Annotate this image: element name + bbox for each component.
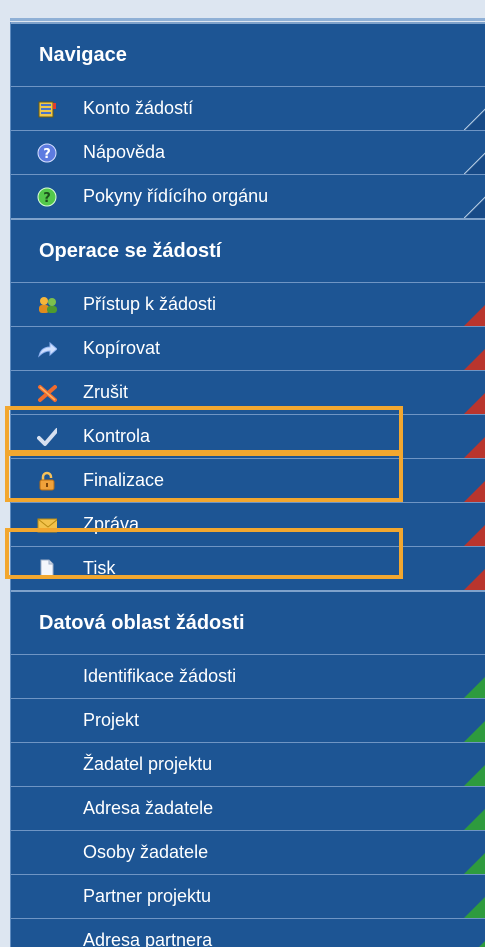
check-icon	[37, 427, 57, 447]
menu-item-tisk[interactable]: Tisk	[11, 546, 485, 590]
users-icon	[37, 295, 57, 315]
corner-marker	[464, 568, 485, 590]
corner-marker	[464, 392, 485, 414]
corner-line	[464, 108, 485, 130]
menu-item-kontrola[interactable]: Kontrola	[11, 414, 485, 458]
menu-item-label: Žadatel projektu	[83, 754, 213, 774]
menu-item-label: Finalizace	[83, 470, 165, 490]
lock-icon	[37, 471, 57, 491]
corner-line	[464, 152, 485, 174]
corner-marker	[464, 940, 485, 947]
menu-item-osoby-zadatele[interactable]: Osoby žadatele	[11, 830, 485, 874]
section-title-operations: Operace se žádostí	[11, 218, 485, 282]
menu-item-label: Zpráva	[83, 514, 140, 534]
corner-marker	[464, 348, 485, 370]
menu-item-label: Pokyny řídícího orgánu	[83, 186, 269, 206]
menu-item-label: Projekt	[83, 710, 140, 730]
arrow-right-icon	[37, 339, 57, 359]
menu-item-adresa-zadatele[interactable]: Adresa žadatele	[11, 786, 485, 830]
section-title-data-area: Datová oblast žádosti	[11, 590, 485, 654]
menu-item-label: Adresa žadatele	[83, 798, 214, 818]
menu-item-finalizace[interactable]: Finalizace	[11, 458, 485, 502]
menu-item-label: Konto žádostí	[83, 98, 194, 118]
corner-marker	[464, 480, 485, 502]
menu-item-label: Osoby žadatele	[83, 842, 209, 862]
envelope-icon	[37, 515, 57, 535]
menu-item-napoveda[interactable]: ? Nápověda	[11, 130, 485, 174]
menu-item-kopirovat[interactable]: Kopírovat	[11, 326, 485, 370]
corner-marker	[464, 676, 485, 698]
menu-item-label: Partner projektu	[83, 886, 212, 906]
menu-item-adresa-partnera[interactable]: Adresa partnera	[11, 918, 485, 947]
menu-item-partner-projektu[interactable]: Partner projektu	[11, 874, 485, 918]
cancel-icon	[37, 383, 57, 403]
menu-item-label: Identifikace žádosti	[83, 666, 237, 686]
corner-marker	[464, 808, 485, 830]
svg-text:?: ?	[43, 191, 51, 206]
menu-item-pristup[interactable]: Přístup k žádosti	[11, 282, 485, 326]
menu-item-label: Kontrola	[83, 426, 151, 446]
page-icon	[37, 559, 57, 579]
corner-marker	[464, 524, 485, 546]
corner-line	[464, 196, 485, 218]
menu-item-identifikace[interactable]: Identifikace žádosti	[11, 654, 485, 698]
menu-item-zrusit[interactable]: Zrušit	[11, 370, 485, 414]
corner-marker	[464, 896, 485, 918]
menu-item-projekt[interactable]: Projekt	[11, 698, 485, 742]
menu-item-konto-zadosti[interactable]: Konto žádostí	[11, 86, 485, 130]
menu-item-label: Zrušit	[83, 382, 128, 402]
corner-marker	[464, 436, 485, 458]
top-divider	[10, 18, 485, 21]
help-green-icon: ?	[37, 187, 57, 207]
notebook-icon	[37, 99, 57, 119]
svg-text:?: ?	[43, 147, 51, 162]
help-icon: ?	[37, 143, 57, 163]
corner-marker	[464, 720, 485, 742]
corner-marker	[464, 304, 485, 326]
corner-marker	[464, 852, 485, 874]
menu-item-label: Kopírovat	[83, 338, 161, 358]
menu-item-label: Tisk	[83, 558, 116, 578]
menu-item-label: Nápověda	[83, 142, 166, 162]
menu-item-zprava[interactable]: Zpráva	[11, 502, 485, 546]
menu-item-pokyny[interactable]: ? Pokyny řídícího orgánu	[11, 174, 485, 218]
menu-item-zadatel-projektu[interactable]: Žadatel projektu	[11, 742, 485, 786]
section-title-navigation: Navigace	[11, 22, 485, 86]
side-navigation-panel: Navigace Konto žádostí ? Nápověda ? Poky…	[10, 22, 485, 947]
menu-item-label: Přístup k žádosti	[83, 294, 217, 314]
menu-item-label: Adresa partnera	[83, 930, 213, 947]
corner-marker	[464, 764, 485, 786]
